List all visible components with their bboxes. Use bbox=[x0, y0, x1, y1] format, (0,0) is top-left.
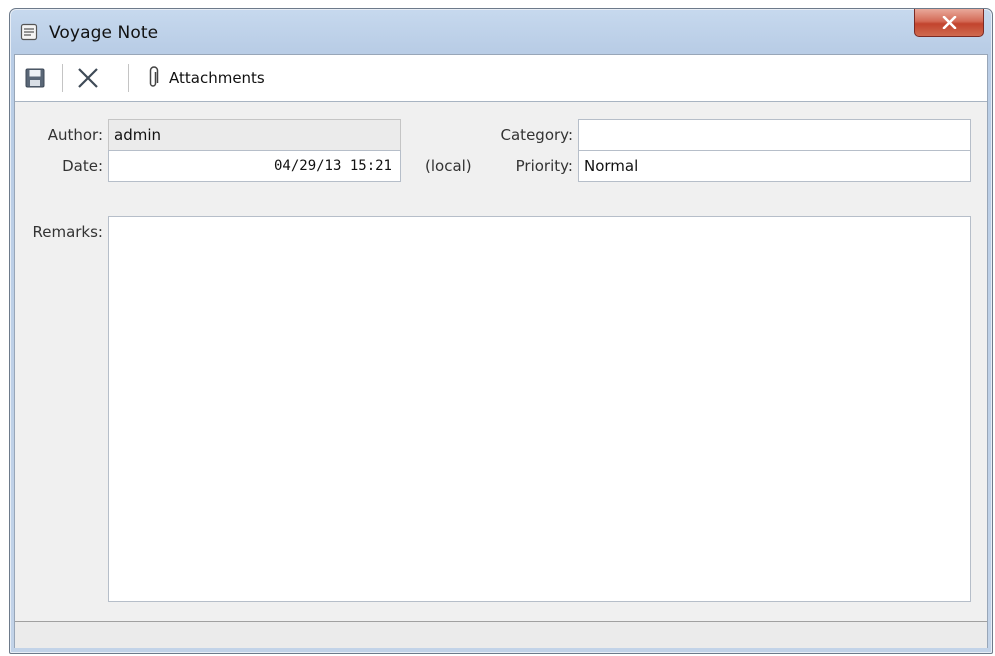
timezone-label: (local) bbox=[425, 157, 472, 175]
close-button[interactable] bbox=[914, 9, 984, 37]
remarks-label: Remarks: bbox=[32, 223, 103, 241]
window-title: Voyage Note bbox=[49, 23, 159, 43]
attachments-label: Attachments bbox=[169, 69, 265, 87]
author-label: Author: bbox=[47, 126, 103, 144]
category-label: Category: bbox=[500, 126, 573, 144]
close-icon bbox=[942, 16, 957, 29]
attachments-button[interactable]: Attachments bbox=[146, 63, 265, 93]
status-bar bbox=[15, 621, 987, 648]
title-bar[interactable]: Voyage Note bbox=[10, 9, 992, 54]
priority-label: Priority: bbox=[515, 157, 573, 175]
paperclip-icon bbox=[149, 66, 159, 87]
delete-icon bbox=[78, 68, 98, 88]
author-field: admin bbox=[108, 119, 401, 151]
dialog-body: Attachments Author: admin Date: 04/29/13… bbox=[14, 54, 988, 648]
date-field[interactable]: 04/29/13 15:21 bbox=[108, 150, 401, 182]
toolbar-separator bbox=[128, 64, 129, 92]
voyage-note-window: Voyage Note Attachments Author: admin Da… bbox=[9, 8, 993, 654]
category-field[interactable] bbox=[578, 119, 971, 151]
toolbar-separator bbox=[62, 64, 63, 92]
toolbar: Attachments bbox=[15, 55, 987, 102]
remarks-textarea[interactable] bbox=[108, 216, 971, 602]
note-icon bbox=[20, 23, 38, 41]
delete-button[interactable] bbox=[76, 63, 100, 93]
save-button[interactable] bbox=[24, 63, 46, 93]
save-icon bbox=[25, 68, 45, 88]
priority-field[interactable]: Normal bbox=[578, 150, 971, 182]
date-label: Date: bbox=[62, 157, 103, 175]
